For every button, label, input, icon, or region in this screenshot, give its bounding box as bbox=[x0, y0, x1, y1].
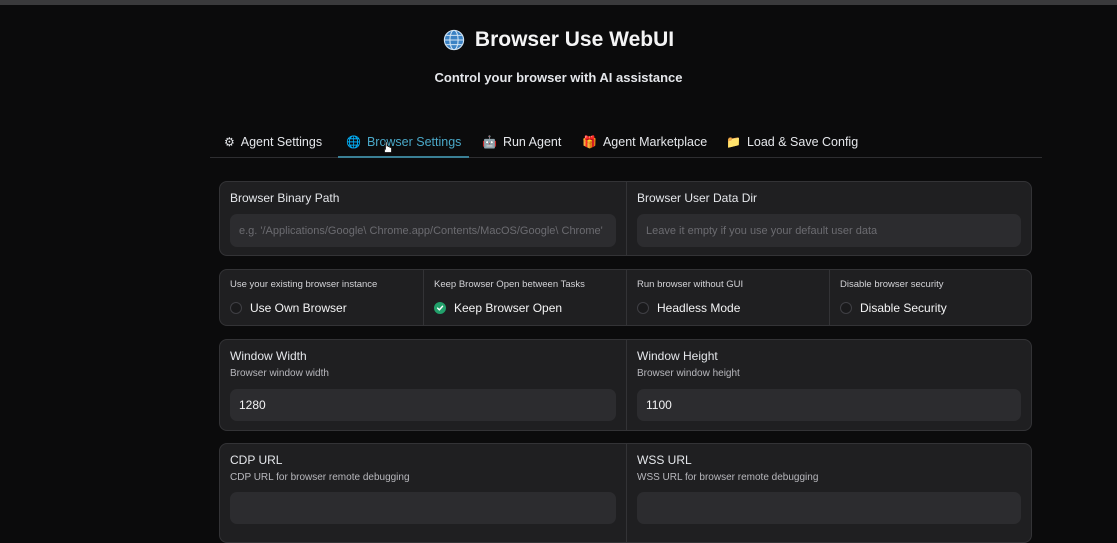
option-use-own-browser: Use your existing browser instance Use O… bbox=[220, 270, 423, 325]
browser-paths-panel: Browser Binary Path e.g. '/Applications/… bbox=[219, 181, 1032, 256]
window-height-field: Window Height Browser window height 1100 bbox=[626, 340, 1031, 430]
field-info: WSS URL for browser remote debugging bbox=[637, 472, 819, 483]
option-headless-mode: Run browser without GUI Headless Mode bbox=[626, 270, 829, 325]
tab-label: Browser Settings bbox=[366, 135, 462, 149]
field-label: Window Height bbox=[637, 349, 718, 363]
check-icon bbox=[434, 302, 446, 314]
tab-load-save-config[interactable]: 📁 Load & Save Config bbox=[726, 135, 858, 149]
disable-security-checkbox[interactable]: Disable Security bbox=[840, 301, 1021, 315]
option-label: Use your existing browser instance bbox=[230, 279, 378, 290]
use-own-browser-checkbox[interactable]: Use Own Browser bbox=[230, 301, 413, 315]
tab-label: Run Agent bbox=[502, 135, 562, 149]
tab-label: Agent Marketplace bbox=[602, 135, 708, 149]
field-label: Browser User Data Dir bbox=[637, 191, 758, 205]
cdp-url-field: CDP URL CDP URL for browser remote debug… bbox=[220, 444, 626, 542]
wss-url-field: WSS URL WSS URL for browser remote debug… bbox=[626, 444, 1031, 542]
gear-icon: ⚙ bbox=[224, 135, 235, 149]
option-label: Disable browser security bbox=[840, 279, 944, 290]
user-data-dir-field: Browser User Data Dir Leave it empty if … bbox=[626, 182, 1031, 255]
window-top-bar bbox=[0, 0, 1117, 5]
page-title: Browser Use WebUI bbox=[474, 28, 675, 51]
option-disable-security: Disable browser security Disable Securit… bbox=[829, 270, 1031, 325]
tab-agent-settings[interactable]: ⚙ Agent Settings bbox=[224, 135, 322, 149]
browser-options-panel: Use your existing browser instance Use O… bbox=[219, 269, 1032, 326]
user-data-dir-input[interactable]: Leave it empty if you use your default u… bbox=[637, 214, 1021, 247]
field-label: CDP URL bbox=[230, 453, 283, 467]
remote-debugging-panel: CDP URL CDP URL for browser remote debug… bbox=[219, 443, 1032, 543]
globe-icon: 🌐 bbox=[346, 135, 361, 149]
field-label: Window Width bbox=[230, 349, 307, 363]
binary-path-field: Browser Binary Path e.g. '/Applications/… bbox=[220, 182, 626, 255]
checkbox-label: Disable Security bbox=[860, 301, 947, 315]
tab-run-agent[interactable]: 🤖 Run Agent bbox=[482, 135, 561, 149]
option-label: Keep Browser Open between Tasks bbox=[434, 279, 585, 290]
checkbox-label: Keep Browser Open bbox=[454, 301, 563, 315]
field-info: CDP URL for browser remote debugging bbox=[230, 472, 410, 483]
page-subtitle: Control your browser with AI assistance bbox=[434, 70, 683, 85]
mouse-pointer-icon bbox=[384, 141, 392, 153]
tab-agent-marketplace[interactable]: 🎁 Agent Marketplace bbox=[582, 135, 707, 149]
gift-icon: 🎁 bbox=[582, 135, 597, 149]
window-height-input[interactable]: 1100 bbox=[637, 389, 1021, 421]
checkbox-indicator bbox=[840, 302, 852, 314]
window-width-field: Window Width Browser window width 1280 bbox=[220, 340, 626, 430]
robot-icon: 🤖 bbox=[482, 135, 497, 149]
field-label: WSS URL bbox=[637, 453, 692, 467]
wss-url-input[interactable] bbox=[637, 492, 1021, 524]
checkbox-indicator bbox=[637, 302, 649, 314]
folder-icon: 📁 bbox=[726, 135, 741, 149]
checkbox-label: Use Own Browser bbox=[250, 301, 347, 315]
tab-label: Load & Save Config bbox=[746, 135, 859, 149]
binary-path-input[interactable]: e.g. '/Applications/Google\ Chrome.app/C… bbox=[230, 214, 616, 247]
checkbox-indicator bbox=[230, 302, 242, 314]
field-info: Browser window width bbox=[230, 368, 329, 379]
field-label: Browser Binary Path bbox=[230, 191, 340, 205]
option-label: Run browser without GUI bbox=[637, 279, 744, 290]
cdp-url-input[interactable] bbox=[230, 492, 616, 524]
keep-browser-open-checkbox[interactable]: Keep Browser Open bbox=[434, 301, 616, 315]
tab-bar: ⚙ Agent Settings 🌐 Browser Settings 🤖 Ru… bbox=[210, 130, 1042, 158]
window-size-panel: Window Width Browser window width 1280 W… bbox=[219, 339, 1032, 431]
option-keep-browser-open: Keep Browser Open between Tasks Keep Bro… bbox=[423, 270, 626, 325]
tab-browser-settings[interactable]: 🌐 Browser Settings bbox=[337, 135, 470, 158]
window-width-input[interactable]: 1280 bbox=[230, 389, 616, 421]
field-info: Browser window height bbox=[637, 368, 740, 379]
globe-icon bbox=[443, 29, 465, 51]
headless-mode-checkbox[interactable]: Headless Mode bbox=[637, 301, 819, 315]
app-header: Browser Use WebUI bbox=[0, 28, 1117, 56]
tab-label: Agent Settings bbox=[240, 135, 323, 149]
checkbox-label: Headless Mode bbox=[657, 301, 741, 315]
